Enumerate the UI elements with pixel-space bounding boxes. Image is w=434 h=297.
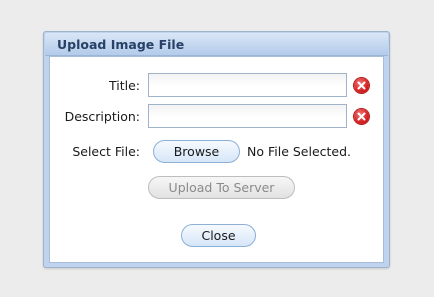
dialog-content: Title: Description: Select File: Browse … — [49, 56, 384, 263]
select-file-label: Select File: — [72, 144, 140, 159]
file-status-text: No File Selected. — [247, 144, 352, 159]
dialog-titlebar[interactable]: Upload Image File — [45, 33, 388, 56]
close-button[interactable]: Close — [181, 224, 256, 247]
browse-button[interactable]: Browse — [153, 140, 240, 163]
description-label: Description: — [64, 109, 140, 124]
title-input[interactable] — [148, 73, 347, 97]
upload-dialog: Upload Image File Title: Description: Se… — [43, 31, 390, 268]
upload-to-server-button[interactable]: Upload To Server — [148, 176, 295, 199]
description-input[interactable] — [148, 104, 347, 128]
clear-title-icon[interactable] — [354, 78, 369, 93]
title-label: Title: — [109, 78, 140, 93]
dialog-title: Upload Image File — [57, 37, 185, 52]
clear-description-icon[interactable] — [354, 109, 369, 124]
